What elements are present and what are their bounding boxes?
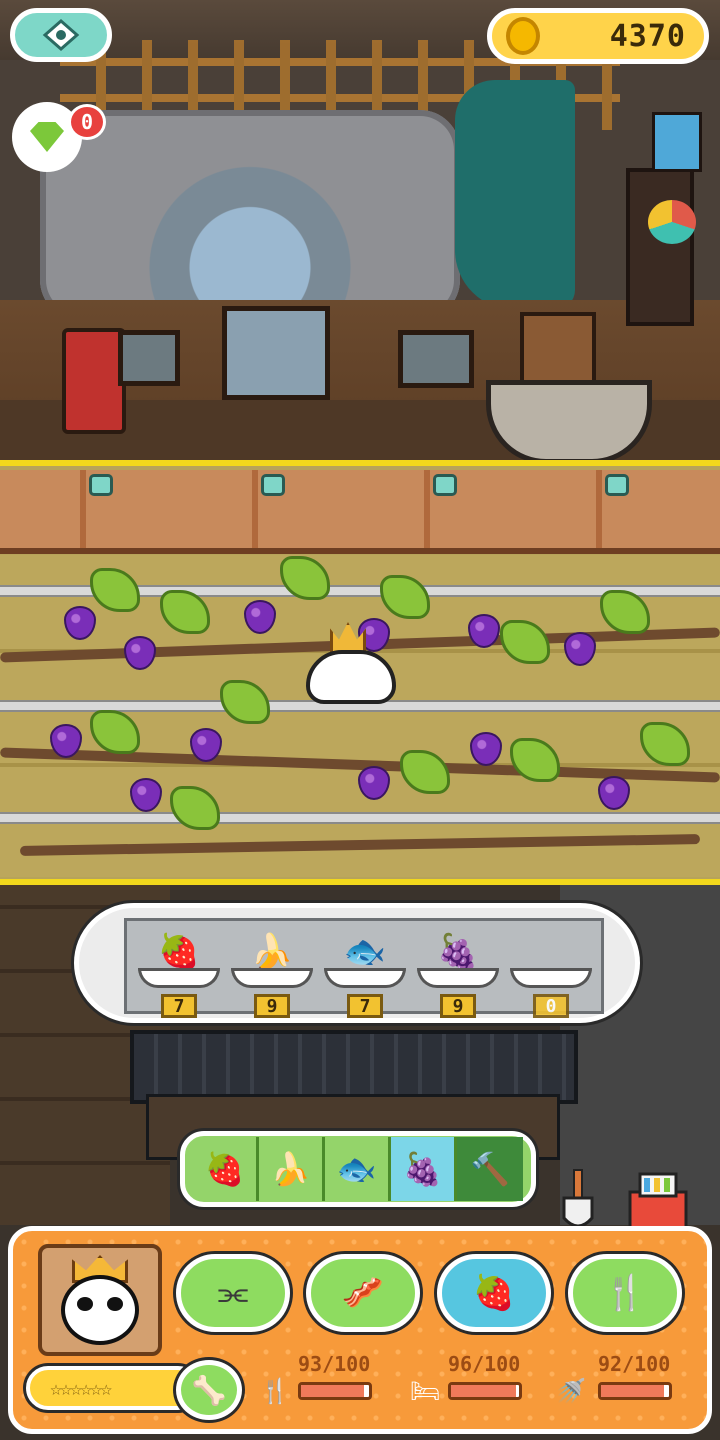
signpost (626, 168, 694, 326)
fruit-icon: 🍓 (472, 1273, 516, 1313)
pet-name-bar[interactable]: ☆☆☆☆☆☆ (26, 1366, 200, 1410)
food-stat-text: 93/100 (298, 1352, 371, 1376)
railing-post-cap (89, 474, 113, 496)
plate (138, 968, 220, 988)
item-count: 7 (347, 994, 383, 1018)
banana-icon: 🍌 (270, 1150, 311, 1188)
stats-chart-icon[interactable] (648, 200, 696, 244)
plate (510, 968, 592, 988)
stone-hot-spring (40, 110, 460, 320)
bone-icon: 🦴 (191, 1373, 227, 1407)
plate (231, 968, 313, 988)
gem-icon (30, 122, 64, 152)
food-grapes-button[interactable]: 🍇 (391, 1137, 457, 1201)
cutlery-icon: 🍴 (603, 1273, 647, 1313)
plate (324, 968, 406, 988)
food-stat-icon: 🍴 (260, 1377, 290, 1405)
hammer-button[interactable]: 🔨 (457, 1137, 523, 1201)
clean-stat-bar (598, 1382, 672, 1400)
journal-icon[interactable] (652, 112, 702, 172)
plate (417, 968, 499, 988)
eat-button[interactable]: 🍴 (568, 1254, 682, 1332)
pet-sprite[interactable] (306, 650, 396, 704)
room-scene (0, 0, 720, 460)
groom-button[interactable]: ⫘ (176, 1254, 290, 1332)
item-count: 9 (254, 994, 290, 1018)
item-count: 0 (533, 994, 569, 1018)
food-selector: 🍓 🍌 🐟 🍇 🔨 (180, 1131, 536, 1207)
coin-icon (506, 17, 540, 55)
railing-post-cap (433, 474, 457, 496)
inventory-slot[interactable]: 🐟 7 (324, 930, 406, 1030)
food-stat-fill (301, 1385, 365, 1397)
food-stat-bar (298, 1382, 372, 1400)
sleep-stat-fill (451, 1385, 517, 1397)
sleep-stat-icon: 🛏 (409, 1377, 441, 1405)
hammer-icon: 🔨 (470, 1150, 510, 1188)
bone-button[interactable]: 🦴 (176, 1360, 242, 1420)
coin-amount: 4370 (609, 18, 686, 54)
coin-counter[interactable]: 4370 (487, 8, 709, 64)
railing-post-cap (261, 474, 285, 496)
food-fish-button[interactable]: 🐟 (325, 1137, 391, 1201)
panda-icon (61, 1275, 139, 1345)
window-left (118, 330, 180, 386)
fish-icon: 🐟 (336, 1150, 377, 1188)
shop-stall-roof (130, 1030, 578, 1104)
gem-badge: 0 (68, 104, 106, 140)
menu-button[interactable] (10, 8, 112, 62)
comb-icon: ⫘ (217, 1273, 249, 1313)
teal-tree (455, 80, 575, 310)
inventory-slot[interactable]: 🍓 7 (138, 930, 220, 1030)
sleep-stat-bar (448, 1382, 522, 1400)
strawberry-icon: 🍓 (204, 1150, 245, 1188)
cook-button[interactable]: 🥓 (306, 1254, 420, 1332)
inventory-slot[interactable]: 0 (510, 930, 592, 1030)
menu-icon (42, 19, 80, 51)
item-count: 7 (161, 994, 197, 1018)
pet-avatar[interactable] (38, 1244, 162, 1356)
inventory-slot[interactable]: 🍌 9 (231, 930, 313, 1030)
bacon-icon: 🥓 (341, 1273, 385, 1313)
sleep-stat-text: 96/100 (448, 1352, 521, 1376)
clean-stat-fill (601, 1385, 664, 1397)
window-right (398, 330, 474, 388)
fridge[interactable] (62, 328, 126, 434)
food-banana-button[interactable]: 🍌 (259, 1137, 325, 1201)
grapes-icon: 🍇 (402, 1150, 443, 1188)
food-strawberry-button[interactable]: 🍓 (193, 1137, 259, 1201)
clean-stat-icon: 🚿 (556, 1377, 586, 1405)
doorway[interactable] (222, 306, 330, 400)
trellis-wire (0, 812, 720, 824)
item-count: 9 (440, 994, 476, 1018)
railing-post-cap (605, 474, 629, 496)
clean-stat-text: 92/100 (598, 1352, 671, 1376)
fruit-button[interactable]: 🍓 (437, 1254, 551, 1332)
cooking-pot[interactable] (486, 380, 652, 460)
inventory-slot[interactable]: 🍇 9 (417, 930, 499, 1030)
inventory-slots: 🍓 7 🍌 9 🐟 7 🍇 9 0 (138, 930, 592, 1030)
